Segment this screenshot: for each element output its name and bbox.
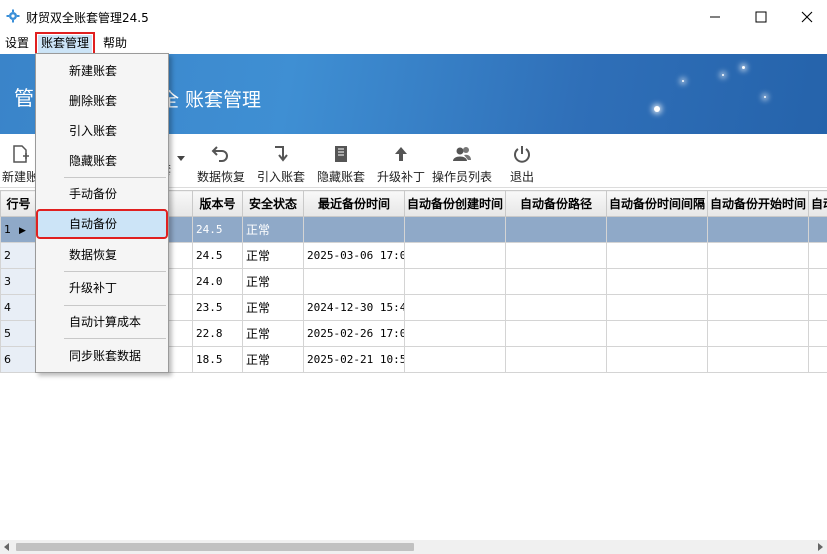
version-cell: 24.5 xyxy=(192,216,243,243)
tool-label: 隐藏账套 xyxy=(317,170,366,184)
up-arrow-icon xyxy=(395,147,407,161)
col-header[interactable]: 自动备份时间间隔 xyxy=(606,190,708,217)
menu-separator xyxy=(64,177,166,178)
minimize-button[interactable] xyxy=(692,0,738,34)
power-icon xyxy=(514,146,530,163)
undo-icon xyxy=(211,146,228,162)
tool-label: 退出 xyxy=(510,170,535,184)
sparkle-decoration xyxy=(742,66,745,69)
operator-list-button[interactable]: 操作员列表 xyxy=(432,144,492,185)
row-number: 6 xyxy=(0,346,37,373)
menu-hide-account[interactable]: 隐藏账套 xyxy=(38,148,166,174)
menu-separator xyxy=(64,271,166,272)
menu-new-account[interactable]: 新建账套 xyxy=(38,58,166,84)
menu-delete-account[interactable]: 删除账套 xyxy=(38,88,166,114)
backup-time-cell xyxy=(303,268,405,295)
users-icon xyxy=(453,147,471,161)
caret-down-icon xyxy=(177,156,185,161)
import-arrow-icon xyxy=(275,146,288,162)
row-pointer-icon: ▶ xyxy=(19,226,26,236)
status-cell: 正常 xyxy=(242,242,304,269)
col-header[interactable]: 自动备份开始时间 xyxy=(707,190,809,217)
tool-label: 操作员列表 xyxy=(432,170,493,184)
version-cell: 24.5 xyxy=(192,242,243,269)
col-header[interactable]: 自动备份路径 xyxy=(505,190,607,217)
backup-time-cell: 2025-03-06 17:07 xyxy=(303,242,405,269)
menu-settings[interactable]: 设置 xyxy=(2,35,32,53)
menu-separator xyxy=(64,338,166,339)
menu-upgrade-patch[interactable]: 升级补丁 xyxy=(38,275,166,301)
sparkle-decoration xyxy=(682,80,684,82)
menu-auto-calc-cost[interactable]: 自动计算成本 xyxy=(38,309,166,335)
title-bar: 财贸双全账套管理24.5 xyxy=(0,0,827,34)
window-title: 财贸双全账套管理24.5 xyxy=(26,11,149,25)
menu-separator xyxy=(64,305,166,306)
sparkle-decoration xyxy=(764,96,766,98)
scroll-left-icon[interactable] xyxy=(0,540,14,554)
backup-time-cell: 2025-02-21 10:59 xyxy=(303,346,405,373)
version-cell: 22.8 xyxy=(192,320,243,347)
account-management-menu: 新建账套 删除账套 引入账套 隐藏账套 手动备份 自动备份 数据恢复 升级补丁 … xyxy=(35,53,169,373)
maximize-button[interactable] xyxy=(738,0,784,34)
backup-time-cell: 2024-12-30 15:44 xyxy=(303,294,405,321)
menu-auto-backup[interactable]: 自动备份 xyxy=(36,209,168,239)
sparkle-decoration xyxy=(654,106,660,112)
new-file-icon xyxy=(13,145,29,163)
banner-title-left: 管 xyxy=(14,86,35,110)
banner-title: 全 账套管理 xyxy=(160,89,262,111)
scrollbar-thumb[interactable] xyxy=(16,543,414,551)
col-header[interactable]: 最近备份时间 xyxy=(303,190,405,217)
scroll-right-icon[interactable] xyxy=(813,540,827,554)
col-header[interactable]: 自动 xyxy=(808,190,827,217)
menu-import-account[interactable]: 引入账套 xyxy=(38,118,166,144)
col-header[interactable]: 安全状态 xyxy=(242,190,304,217)
menu-manual-backup[interactable]: 手动备份 xyxy=(38,181,166,207)
tool-label: 引入账套 xyxy=(257,170,306,184)
minimize-icon xyxy=(710,16,720,18)
menu-help[interactable]: 帮助 xyxy=(100,35,130,53)
close-icon xyxy=(801,11,813,23)
app-gear-icon xyxy=(6,9,20,23)
menu-sync-account-data[interactable]: 同步账套数据 xyxy=(38,343,166,369)
exit-button[interactable]: 退出 xyxy=(510,144,534,185)
row-number: 2 xyxy=(0,242,37,269)
maximize-icon xyxy=(755,11,767,23)
col-header[interactable]: 自动备份创建时间 xyxy=(404,190,506,217)
tool-label: 新建账 xyxy=(2,170,39,184)
menu-account-management[interactable]: 账套管理 xyxy=(34,32,96,56)
tool-label: 升级补丁 xyxy=(377,170,426,184)
status-cell: 正常 xyxy=(242,320,304,347)
import-account-button[interactable]: 引入账套 xyxy=(257,144,305,185)
tool-label: 数据恢复 xyxy=(197,170,246,184)
document-icon xyxy=(335,146,347,162)
col-header[interactable]: 版本号 xyxy=(192,190,243,217)
sparkle-decoration xyxy=(722,74,724,76)
hide-account-button[interactable]: 隐藏账套 xyxy=(317,144,365,185)
upgrade-patch-button[interactable]: 升级补丁 xyxy=(377,144,425,185)
menu-separator xyxy=(64,209,166,210)
status-cell: 正常 xyxy=(242,294,304,321)
menu-bar: 设置 账套管理 帮助 xyxy=(0,32,827,56)
status-cell: 正常 xyxy=(242,216,304,243)
new-account-button[interactable]: 新建账 xyxy=(2,144,38,185)
menu-restore-data[interactable]: 数据恢复 xyxy=(38,242,166,268)
toolbar-dropdown-arrow[interactable] xyxy=(176,152,186,166)
backup-time-cell: 2025-02-26 17:00 xyxy=(303,320,405,347)
row-number: 3 xyxy=(0,268,37,295)
close-button[interactable] xyxy=(784,0,827,34)
version-cell: 18.5 xyxy=(192,346,243,373)
version-cell: 24.0 xyxy=(192,268,243,295)
row-number: 4 xyxy=(0,294,37,321)
version-cell: 23.5 xyxy=(192,294,243,321)
backup-time-cell xyxy=(303,216,405,243)
row-number: 1 ▶ xyxy=(0,216,37,243)
col-header[interactable]: 行号 xyxy=(0,190,37,217)
horizontal-scrollbar[interactable] xyxy=(0,540,827,554)
status-cell: 正常 xyxy=(242,346,304,373)
row-number: 5 xyxy=(0,320,37,347)
status-cell: 正常 xyxy=(242,268,304,295)
restore-data-button[interactable]: 数据恢复 xyxy=(197,144,245,185)
